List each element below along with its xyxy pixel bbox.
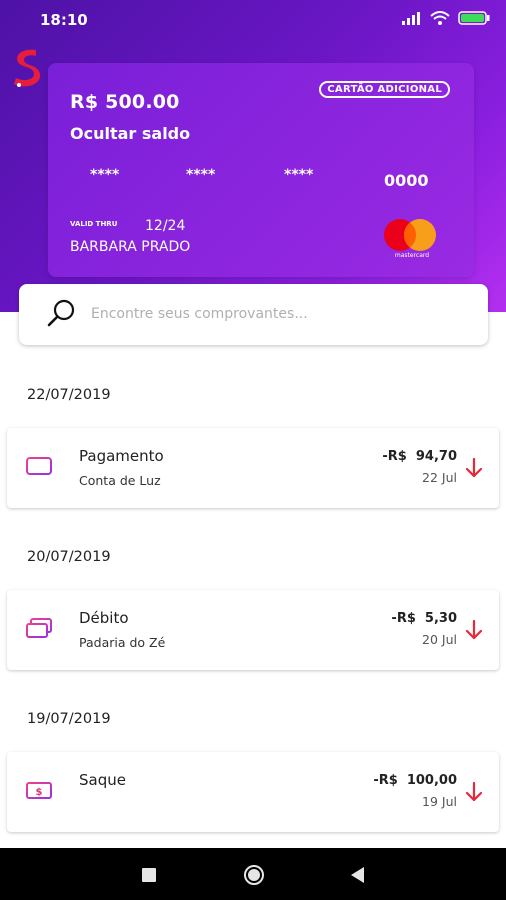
transaction-title: Pagamento xyxy=(79,447,164,465)
date-heading: 20/07/2019 xyxy=(27,549,111,565)
battery-icon xyxy=(458,11,490,25)
valid-thru-label: VALID THRU xyxy=(70,220,118,228)
cash-icon: $ xyxy=(26,782,52,799)
transaction-subtitle: Conta de Luz xyxy=(79,473,161,488)
arrow-down-icon xyxy=(465,619,483,640)
wifi-icon xyxy=(430,11,450,25)
credit-card[interactable]: R$ 500.00 Ocultar saldo CARTÃO ADICIONAL… xyxy=(48,63,474,277)
status-bar: 18:10 xyxy=(0,0,506,38)
home-button[interactable] xyxy=(243,864,265,886)
system-navigation-bar xyxy=(0,848,506,900)
date-heading: 19/07/2019 xyxy=(27,711,111,727)
date-heading: 22/07/2019 xyxy=(27,387,111,403)
card-number-group-2: **** xyxy=(186,167,216,183)
transaction-date: 19 Jul xyxy=(422,794,457,809)
transaction-card[interactable]: $ Saque -R$ 100,00 19 Jul xyxy=(7,752,499,832)
card-number-group-3: **** xyxy=(284,167,314,183)
barcode-icon xyxy=(26,457,52,475)
hide-balance-toggle[interactable]: Ocultar saldo xyxy=(70,124,190,143)
arrow-down-icon xyxy=(465,781,483,802)
transaction-title: Saque xyxy=(79,771,126,789)
svg-text:$: $ xyxy=(36,787,43,798)
app-logo xyxy=(14,49,41,87)
search-icon xyxy=(47,299,75,327)
transaction-amount: -R$ 100,00 xyxy=(373,773,457,788)
search-bar[interactable] xyxy=(19,284,488,345)
card-balance: R$ 500.00 xyxy=(70,91,180,113)
transaction-card[interactable]: Pagamento Conta de Luz -R$ 94,70 22 Jul xyxy=(7,428,499,508)
transaction-title: Débito xyxy=(79,609,129,627)
card-brand-label: mastercard xyxy=(394,252,430,259)
back-button[interactable] xyxy=(350,866,366,884)
additional-card-badge: CARTÃO ADICIONAL xyxy=(319,81,450,98)
arrow-down-icon xyxy=(465,457,483,478)
transaction-date: 22 Jul xyxy=(422,470,457,485)
card-number-group-4: 0000 xyxy=(384,171,429,190)
transaction-amount: -R$ 94,70 xyxy=(382,449,457,464)
signal-icon xyxy=(402,12,420,25)
transaction-card[interactable]: Débito Padaria do Zé -R$ 5,30 20 Jul xyxy=(7,590,499,670)
transaction-amount: -R$ 5,30 xyxy=(391,611,457,626)
cards-icon xyxy=(26,618,52,638)
card-number-group-1: **** xyxy=(90,167,120,183)
search-input[interactable] xyxy=(91,300,471,328)
status-time: 18:10 xyxy=(40,11,88,29)
card-holder-name: BARBARA PRADO xyxy=(70,239,191,255)
valid-thru-value: 12/24 xyxy=(145,218,186,234)
transaction-subtitle: Padaria do Zé xyxy=(79,635,166,650)
recent-apps-button[interactable] xyxy=(142,868,156,882)
status-icons xyxy=(402,11,490,25)
transaction-date: 20 Jul xyxy=(422,632,457,647)
